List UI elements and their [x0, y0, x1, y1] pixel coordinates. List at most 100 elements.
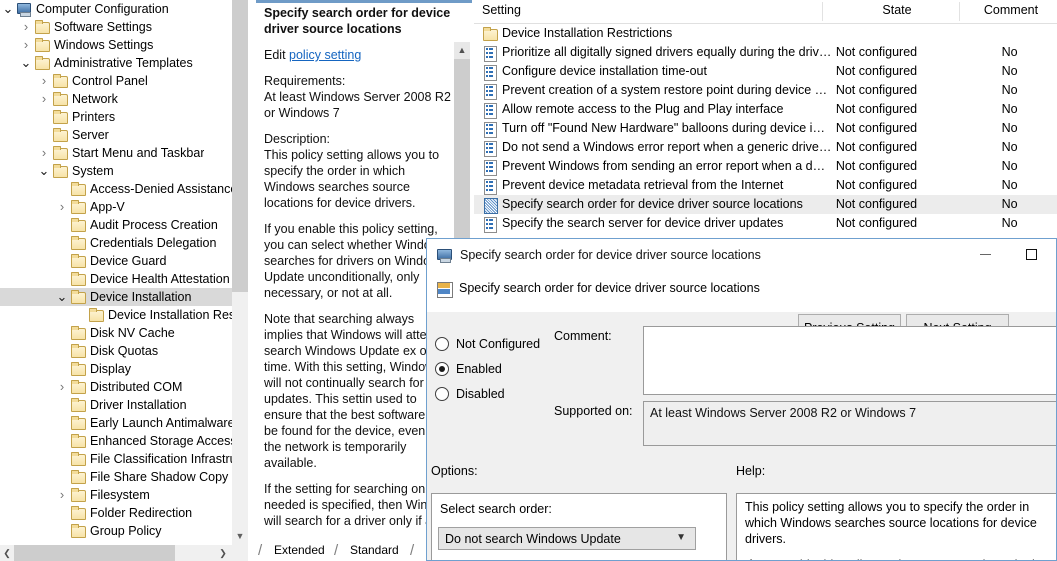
settings-list-row[interactable]: Specify the search server for device dri…: [474, 214, 1057, 233]
help-label: Help:: [736, 464, 765, 478]
tree-horizontal-scrollbar-thumb[interactable]: [14, 545, 175, 561]
settings-list-row[interactable]: Do not send a Windows error report when …: [474, 138, 1057, 157]
tree-item-device-guard[interactable]: Device Guard: [0, 252, 232, 270]
settings-list-rows[interactable]: Device Installation RestrictionsPrioriti…: [474, 24, 1057, 233]
settings-list-header[interactable]: Setting State Comment: [474, 0, 1057, 24]
tree-item-distributed-com[interactable]: ›Distributed COM: [0, 378, 232, 396]
help-panel[interactable]: This policy setting allows you to specif…: [736, 493, 1057, 561]
tree-item-display[interactable]: Display: [0, 360, 232, 378]
chevron-right-icon[interactable]: ›: [54, 378, 70, 396]
policy-setting-link[interactable]: policy setting: [289, 48, 361, 62]
column-header-comment[interactable]: Comment: [966, 3, 1056, 17]
chevron-right-icon[interactable]: ›: [54, 198, 70, 216]
tree-item-file-share-shadow-copy-pro[interactable]: File Share Shadow Copy Pro: [0, 468, 232, 486]
chevron-down-icon[interactable]: ⌄: [36, 165, 52, 177]
tree-item-filesystem[interactable]: ›Filesystem: [0, 486, 232, 504]
chevron-placeholder: [54, 522, 70, 540]
maximize-button[interactable]: [1008, 239, 1054, 270]
tree-item-early-launch-antimalware[interactable]: Early Launch Antimalware: [0, 414, 232, 432]
tree-item-credentials-delegation[interactable]: Credentials Delegation: [0, 234, 232, 252]
column-header-setting[interactable]: Setting: [482, 3, 521, 17]
radio-indicator[interactable]: [435, 362, 449, 376]
tree-item-enhanced-storage-access[interactable]: Enhanced Storage Access: [0, 432, 232, 450]
chevron-placeholder: [54, 360, 70, 378]
chevron-right-icon[interactable]: ›: [18, 18, 34, 36]
radio-not-configured[interactable]: Not Configured: [435, 331, 565, 356]
tree-item-device-installation-restri[interactable]: Device Installation Restri: [0, 306, 232, 324]
tree-item-device-installation[interactable]: ⌄Device Installation: [0, 288, 232, 306]
chevron-placeholder: [54, 414, 70, 432]
options-panel[interactable]: Select search order: Do not search Windo…: [431, 493, 727, 561]
settings-list-row[interactable]: Allow remote access to the Plug and Play…: [474, 100, 1057, 119]
tree-item-folder-redirection[interactable]: Folder Redirection: [0, 504, 232, 522]
settings-list-row[interactable]: Specify search order for device driver s…: [474, 195, 1057, 214]
settings-list-row[interactable]: Device Installation Restrictions: [474, 24, 1057, 43]
chevron-right-icon[interactable]: ›: [54, 486, 70, 504]
radio-indicator[interactable]: [435, 387, 449, 401]
scroll-left-icon[interactable]: ❮: [0, 545, 14, 561]
tree-item-network[interactable]: ›Network: [0, 90, 232, 108]
settings-list-row[interactable]: Configure device installation time-outNo…: [474, 62, 1057, 81]
navigation-tree-pane[interactable]: ⌄Computer Configuration›Software Setting…: [0, 0, 248, 561]
tree-item-administrative-templates[interactable]: ⌄Administrative Templates: [0, 54, 232, 72]
radio-enabled[interactable]: Enabled: [435, 356, 565, 381]
search-order-dropdown-value: Do not search Windows Update: [445, 532, 621, 546]
scroll-right-icon[interactable]: ❯: [216, 545, 230, 561]
tree-item-file-classification-infrastruc[interactable]: File Classification Infrastruc: [0, 450, 232, 468]
chevron-right-icon[interactable]: ›: [36, 72, 52, 90]
tree-item-audit-process-creation[interactable]: Audit Process Creation: [0, 216, 232, 234]
comment-textarea[interactable]: [643, 326, 1057, 395]
tree-item-disk-nv-cache[interactable]: Disk NV Cache: [0, 324, 232, 342]
tree-item-printers[interactable]: Printers: [0, 108, 232, 126]
tree-item-app-v[interactable]: ›App-V: [0, 198, 232, 216]
policy-state-radio-group[interactable]: Not ConfiguredEnabledDisabled: [435, 331, 565, 406]
policy-setting-dialog[interactable]: Specify search order for device driver s…: [426, 238, 1057, 561]
tree-horizontal-scrollbar[interactable]: ❮ ❯: [0, 545, 248, 561]
navigation-tree[interactable]: ⌄Computer Configuration›Software Setting…: [0, 0, 232, 540]
setting-comment: No: [962, 119, 1057, 138]
tree-item-system[interactable]: ⌄System: [0, 162, 232, 180]
chevron-placeholder: [54, 324, 70, 342]
tree-item-start-menu-and-taskbar[interactable]: ›Start Menu and Taskbar: [0, 144, 232, 162]
chevron-right-icon[interactable]: ›: [18, 36, 34, 54]
tree-item-group-policy[interactable]: Group Policy: [0, 522, 232, 540]
radio-disabled[interactable]: Disabled: [435, 381, 565, 406]
chevron-right-icon[interactable]: ›: [36, 144, 52, 162]
minimize-button[interactable]: [962, 239, 1008, 270]
tree-vertical-scrollbar-thumb[interactable]: [232, 0, 248, 292]
tree-item-device-health-attestation-s[interactable]: Device Health Attestation S: [0, 270, 232, 288]
scroll-up-icon[interactable]: ▲: [454, 42, 470, 59]
setting-state: Not configured: [832, 176, 962, 195]
settings-list-row[interactable]: Prioritize all digitally signed drivers …: [474, 43, 1057, 62]
tree-vertical-scrollbar[interactable]: ▼: [232, 0, 248, 545]
settings-list-row[interactable]: Prevent device metadata retrieval from t…: [474, 176, 1057, 195]
chevron-right-icon[interactable]: ›: [36, 90, 52, 108]
dialog-title-bar[interactable]: Specify search order for device driver s…: [427, 239, 1056, 270]
tree-item-windows-settings[interactable]: ›Windows Settings: [0, 36, 232, 54]
tree-item-control-panel[interactable]: ›Control Panel: [0, 72, 232, 90]
radio-indicator[interactable]: [435, 337, 449, 351]
settings-list-row[interactable]: Prevent Windows from sending an error re…: [474, 157, 1057, 176]
settings-list-row[interactable]: Turn off "Found New Hardware" balloons d…: [474, 119, 1057, 138]
chevron-down-icon[interactable]: ⌄: [54, 291, 70, 303]
setting-name: Prioritize all digitally signed drivers …: [498, 43, 832, 62]
chevron-down-icon[interactable]: ⌄: [0, 3, 16, 15]
scroll-down-icon[interactable]: ▼: [232, 528, 248, 545]
view-tabs[interactable]: / Extended / Standard /: [258, 537, 438, 559]
tree-item-driver-installation[interactable]: Driver Installation: [0, 396, 232, 414]
setting-state: Not configured: [832, 62, 962, 81]
tree-item-server[interactable]: Server: [0, 126, 232, 144]
tree-item-access-denied-assistance[interactable]: Access-Denied Assistance: [0, 180, 232, 198]
settings-list-row[interactable]: Prevent creation of a system restore poi…: [474, 81, 1057, 100]
tree-item-software-settings[interactable]: ›Software Settings: [0, 18, 232, 36]
search-order-dropdown[interactable]: Do not search Windows Update ▼: [438, 527, 696, 550]
chevron-down-icon[interactable]: ⌄: [18, 57, 34, 69]
tree-item-disk-quotas[interactable]: Disk Quotas: [0, 342, 232, 360]
policy-setting-icon: [482, 102, 498, 118]
tab-standard[interactable]: Standard: [340, 541, 405, 559]
tree-item-computer-configuration[interactable]: ⌄Computer Configuration: [0, 0, 232, 18]
tab-extended[interactable]: Extended: [264, 541, 331, 559]
column-header-state[interactable]: State: [832, 3, 962, 17]
settings-list-pane[interactable]: Setting State Comment Device Installatio…: [474, 0, 1057, 240]
folder-icon: [482, 26, 498, 42]
